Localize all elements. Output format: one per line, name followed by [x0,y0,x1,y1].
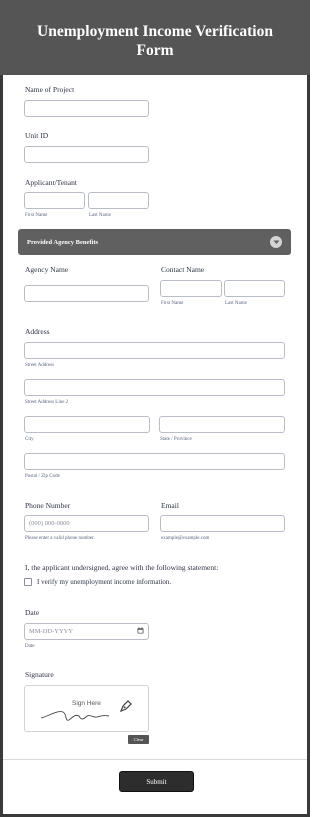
email-sublabel: example@example.com [161,536,210,541]
street-address-input[interactable] [24,342,285,359]
contact-first-sublabel: First Name [161,301,184,306]
phone-placeholder: (000) 000-0000 [29,520,70,527]
date-placeholder: MM-DD-YYYY [29,628,74,635]
verify-checkbox[interactable] [24,578,32,586]
city-input[interactable] [24,416,150,433]
signature-label: Signature [25,670,54,679]
project-input[interactable] [24,100,149,117]
address-label: Address [25,327,50,336]
contact-first-input[interactable] [160,280,222,297]
contact-last-sublabel: Last Name [225,301,247,306]
street-address-sublabel: Street Address [25,363,55,368]
date-sublabel: Date [25,644,35,649]
street-address-2-input[interactable] [24,379,285,396]
contact-last-input[interactable] [224,280,285,297]
agency-input[interactable] [24,285,149,302]
clear-signature-button[interactable]: Clear [128,735,149,744]
phone-sublabel: Please enter a valid phone number. [25,536,95,541]
signature-pad[interactable]: Sign Here [24,685,149,732]
city-sublabel: City [25,437,34,442]
calendar-icon[interactable] [137,627,144,636]
form-header: Unemployment Income Verification Form [0,0,310,75]
chevron-down-icon[interactable] [270,236,282,248]
date-input[interactable]: MM-DD-YYYY [24,623,149,640]
phone-input[interactable]: (000) 000-0000 [24,515,149,532]
statement-text: I, the applicant undersigned, agree with… [25,563,219,572]
applicant-last-input[interactable] [88,192,149,209]
applicant-last-sublabel: Last Name [89,213,111,218]
state-input[interactable] [159,416,285,433]
applicant-first-input[interactable] [24,192,85,209]
phone-label: Phone Number [25,501,71,510]
postal-code-sublabel: Postal / Zip Code [25,474,60,479]
signature-scribble-icon [40,711,110,721]
project-label: Name of Project [25,85,75,94]
state-sublabel: State / Province [160,437,192,442]
unit-label: Unit ID [25,131,49,140]
submit-button[interactable]: Submit [119,771,194,792]
agency-label: Agency Name [25,265,69,274]
pen-icon [119,700,132,713]
form-title: Unemployment Income Verification Form [37,22,273,59]
footer-divider [3,759,307,760]
contact-label: Contact Name [161,265,205,274]
section-collapse-bar[interactable]: Provided Agency Benefits [18,229,291,255]
unit-input[interactable] [24,146,149,163]
section-title: Provided Agency Benefits [27,238,99,246]
email-label: Email [161,501,179,510]
street-address-2-sublabel: Street Address Line 2 [25,400,69,405]
email-input[interactable] [160,515,285,532]
applicant-label: Applicant/Tenant [25,178,77,187]
postal-code-input[interactable] [24,453,285,470]
applicant-first-sublabel: First Name [25,213,48,218]
verify-checkbox-label[interactable]: I verify my unemployment income informat… [37,578,171,586]
date-label: Date [25,608,40,617]
